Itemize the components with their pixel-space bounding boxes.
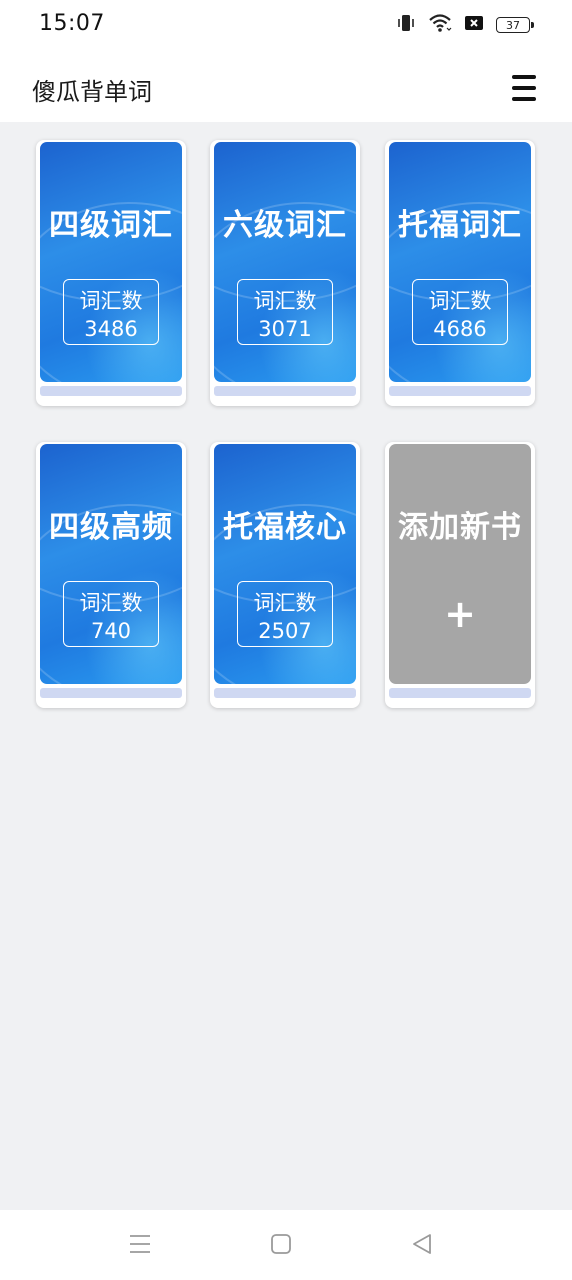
recent-apps-icon[interactable] [128,1232,152,1260]
add-book-button[interactable]: 添加新书 + [385,442,535,708]
book-title: 托福核心 [223,510,347,545]
word-count-value: 4686 [433,317,487,341]
word-count-box: 词汇数 740 [63,581,159,647]
vibrate-icon [396,13,416,37]
book-title: 四级词汇 [49,208,173,243]
book-spine [214,688,356,698]
word-count-label: 词汇数 [79,289,143,313]
word-count-box: 词汇数 3071 [237,279,333,345]
status-icons: 37 [396,13,534,37]
book-title: 四级高频 [49,510,173,545]
system-nav-bar [0,1210,572,1280]
add-book-title: 添加新书 [398,510,522,545]
word-count-value: 3486 [84,317,138,341]
back-icon[interactable] [410,1232,434,1260]
battery-level: 37 [506,18,520,32]
book-card-cet4-high-freq[interactable]: 四级高频 词汇数 740 [36,442,186,708]
word-count-box: 词汇数 4686 [412,279,508,345]
book-spine [389,386,531,396]
app-title: 傻瓜背单词 [32,78,152,106]
word-count-label: 词汇数 [253,591,317,615]
status-time: 15:07 [39,11,105,36]
book-cover: 托福核心 词汇数 2507 [214,444,356,684]
status-bar: 15:07 37 [0,0,572,52]
word-count-value: 2507 [258,619,312,643]
battery-icon: 37 [496,17,534,33]
word-count-label: 词汇数 [428,289,492,313]
book-cover: 四级高频 词汇数 740 [40,444,182,684]
home-icon[interactable] [269,1232,293,1260]
book-cover: 六级词汇 词汇数 3071 [214,142,356,382]
book-title: 托福词汇 [398,208,522,243]
book-spine [389,688,531,698]
word-count-value: 740 [90,619,132,643]
add-book-cover: 添加新书 + [389,444,531,684]
sim-off-icon [464,14,484,36]
book-title: 六级词汇 [223,208,347,243]
book-cover: 托福词汇 词汇数 4686 [389,142,531,382]
book-cover: 四级词汇 词汇数 3486 [40,142,182,382]
book-spine [40,688,182,698]
word-count-box: 词汇数 2507 [237,581,333,647]
wifi-icon [428,13,452,37]
word-count-label: 词汇数 [79,591,143,615]
plus-icon: + [444,592,476,636]
book-card-toefl[interactable]: 托福词汇 词汇数 4686 [385,140,535,406]
app-bar: 傻瓜背单词 [0,52,572,122]
book-card-cet4[interactable]: 四级词汇 词汇数 3486 [36,140,186,406]
book-spine [214,386,356,396]
word-count-box: 词汇数 3486 [63,279,159,345]
word-count-value: 3071 [258,317,312,341]
hamburger-menu-icon[interactable] [505,70,541,106]
book-card-toefl-core[interactable]: 托福核心 词汇数 2507 [210,442,360,708]
book-spine [40,386,182,396]
book-grid: 四级词汇 词汇数 3486 六级词汇 词汇数 3071 托福词汇 词汇数 468… [0,122,572,1210]
book-card-cet6[interactable]: 六级词汇 词汇数 3071 [210,140,360,406]
word-count-label: 词汇数 [253,289,317,313]
